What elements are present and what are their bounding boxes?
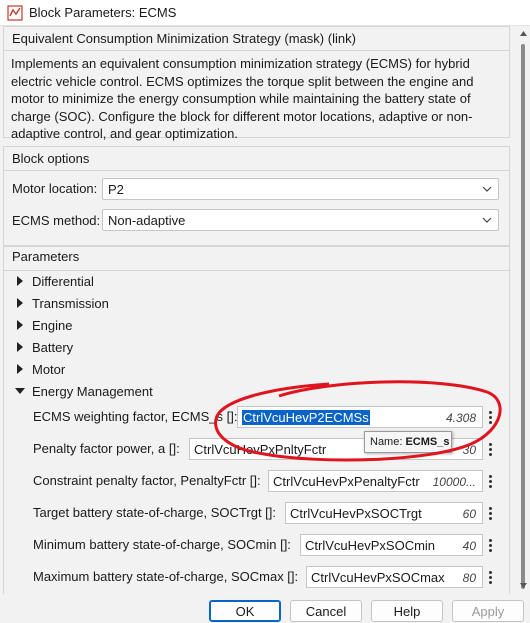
ecms-method-value: Non-adaptive	[108, 213, 186, 228]
ok-button[interactable]: OK	[209, 600, 281, 622]
tree-item-label: Engine	[32, 317, 73, 333]
block-options-group: Block options Motor location: P2 ECMS me…	[3, 146, 510, 246]
block-options-title: Block options	[12, 151, 90, 166]
evaluated-value: 30	[462, 443, 476, 457]
evaluated-value: 10000...	[432, 475, 476, 489]
field-value: CtrlVcuHevPxSOCTrgt	[290, 506, 422, 521]
description-line: electric vehicle control. ECMS optimizes…	[11, 73, 474, 89]
simulink-block-icon	[7, 5, 23, 21]
motor-location-select[interactable]: P2	[102, 178, 499, 200]
expand-down-icon	[15, 388, 25, 394]
expand-right-icon	[17, 320, 23, 330]
scroll-down-icon[interactable]	[520, 583, 527, 588]
title-bar: Block Parameters: ECMS	[0, 0, 530, 26]
chevron-down-icon	[482, 217, 492, 223]
tree-item-energy-management[interactable]: Energy Management	[14, 382, 153, 400]
more-options-icon[interactable]	[485, 407, 495, 427]
apply-button[interactable]: Apply	[452, 600, 524, 622]
expand-right-icon	[17, 298, 23, 308]
description-line: adaptive control, and gear optimization.	[11, 126, 238, 141]
field-value: CtrlVcuHevPxPnltyFctr	[194, 442, 327, 457]
tree-item-label: Motor	[32, 361, 66, 377]
help-button[interactable]: Help	[371, 600, 443, 622]
ecms-method-select[interactable]: Non-adaptive	[102, 209, 499, 231]
evaluated-value: 80	[462, 571, 476, 585]
dialog-content: Equivalent Consumption Minimization Stra…	[0, 26, 530, 594]
tree-item-label: Energy Management	[32, 383, 153, 399]
field-value: CtrlVcuHevP2ECMSs	[242, 410, 370, 425]
description-line: Implements an equivalent consumption min…	[11, 56, 470, 71]
scrollbar-thumb[interactable]	[521, 44, 525, 589]
constraint-penalty-field[interactable]: CtrlVcuHevPxPenaltyFctr 10000...	[268, 470, 483, 492]
soc-target-field[interactable]: CtrlVcuHevPxSOCTrgt 60	[285, 502, 483, 524]
divider	[4, 170, 509, 171]
cancel-button[interactable]: Cancel	[290, 600, 362, 622]
parameters-title: Parameters	[12, 249, 80, 264]
evaluated-value: 4.308	[445, 411, 476, 425]
tooltip-prefix: Name:	[370, 436, 406, 448]
tree-item-differential[interactable]: Differential	[14, 272, 94, 290]
expand-right-icon	[17, 342, 23, 352]
soc-max-field[interactable]: CtrlVcuHevPxSOCmax 80	[306, 566, 483, 588]
field-value: CtrlVcuHevPxSOCmax	[311, 570, 445, 585]
constraint-penalty-label: Constraint penalty factor, PenaltyFctr […	[33, 473, 261, 488]
window-title: Block Parameters: ECMS	[29, 5, 177, 20]
tree-item-label: Differential	[32, 273, 94, 289]
more-options-icon[interactable]	[485, 567, 495, 587]
name-tooltip: Name: ECMS_s	[364, 431, 452, 453]
more-options-icon[interactable]	[485, 439, 495, 459]
expand-right-icon	[17, 276, 23, 286]
more-options-icon[interactable]	[485, 535, 495, 555]
divider	[4, 50, 509, 51]
soc-min-field[interactable]: CtrlVcuHevPxSOCmin 40	[300, 534, 483, 556]
tree-item-battery[interactable]: Battery	[14, 338, 73, 356]
tooltip-name: ECMS_s	[405, 436, 450, 448]
tree-item-label: Battery	[32, 339, 74, 355]
expand-right-icon	[17, 364, 23, 374]
mask-title: Equivalent Consumption Minimization Stra…	[12, 31, 356, 46]
tree-item-label: Transmission	[32, 295, 109, 311]
description-group: Equivalent Consumption Minimization Stra…	[3, 26, 510, 141]
penalty-factor-label: Penalty factor power, a []:	[33, 441, 180, 456]
motor-location-label: Motor location:	[12, 181, 98, 196]
field-value: CtrlVcuHevPxPenaltyFctr	[273, 474, 420, 489]
selected-text: CtrlVcuHevP2ECMSs	[242, 410, 370, 425]
tree-item-motor[interactable]: Motor	[14, 360, 65, 378]
evaluated-value: 60	[462, 507, 476, 521]
more-options-icon[interactable]	[485, 503, 495, 523]
ecms-method-label: ECMS method:	[12, 213, 101, 228]
description-line: charge (SOC). Configure the block for di…	[11, 108, 473, 124]
description-line: motor to minimize the energy consumption…	[11, 91, 471, 106]
mask-description: Implements an equivalent consumption min…	[11, 55, 501, 143]
divider	[4, 270, 509, 271]
tree-item-transmission[interactable]: Transmission	[14, 294, 109, 312]
soc-target-label: Target battery state-of-charge, SOCTrgt …	[33, 505, 277, 520]
ecms-weighting-label: ECMS weighting factor, ECMS_s []:	[33, 409, 238, 424]
motor-location-value: P2	[108, 182, 124, 197]
evaluated-value: 40	[462, 539, 476, 553]
parameters-group: Parameters Differential Transmission Eng…	[3, 246, 510, 594]
field-value: CtrlVcuHevPxSOCmin	[305, 538, 436, 553]
chevron-down-icon	[482, 186, 492, 192]
tree-item-engine[interactable]: Engine	[14, 316, 72, 334]
vertical-scrollbar[interactable]	[517, 26, 530, 594]
button-bar: OK Cancel Help Apply	[0, 594, 530, 623]
soc-min-label: Minimum battery state-of-charge, SOCmin …	[33, 537, 291, 552]
ecms-weighting-field[interactable]: CtrlVcuHevP2ECMSs 4.308	[237, 406, 483, 428]
scroll-up-icon[interactable]	[520, 31, 527, 36]
more-options-icon[interactable]	[485, 471, 495, 491]
soc-max-label: Maximum battery state-of-charge, SOCmax …	[33, 569, 299, 584]
